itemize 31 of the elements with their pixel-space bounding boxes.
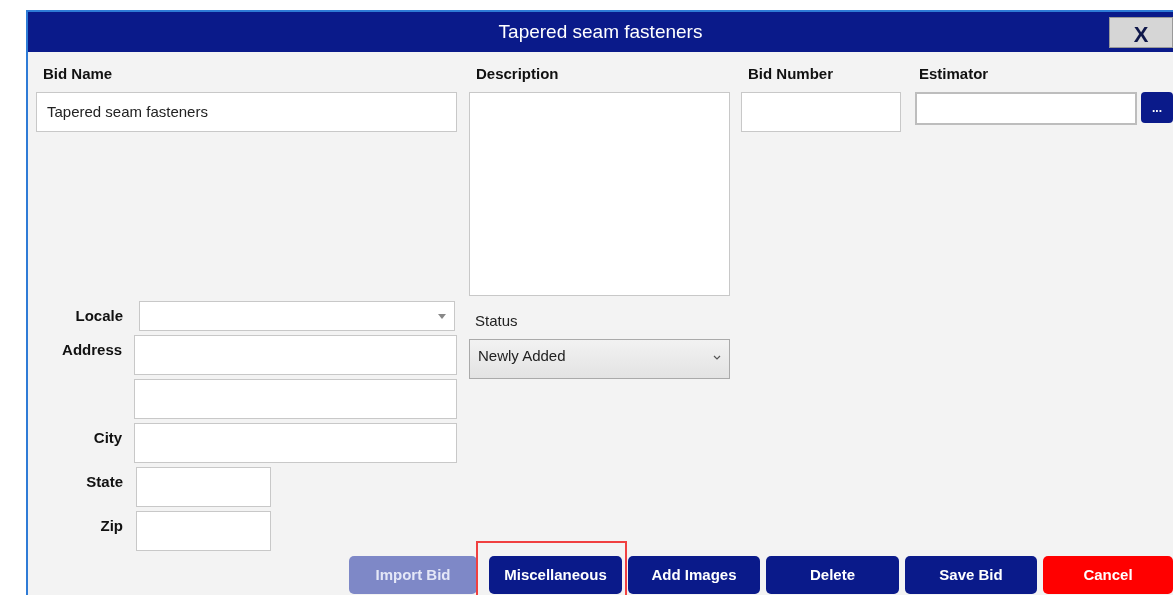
field-label: Address <box>62 340 123 360</box>
dropdown-arrow-icon <box>438 313 446 319</box>
browse-button[interactable]: ... <box>1141 92 1173 123</box>
close-button[interactable]: X <box>1109 17 1173 48</box>
zip-field[interactable] <box>136 511 271 551</box>
estimator-field[interactable] <box>915 92 1137 125</box>
action-button[interactable]: Save Bid <box>905 556 1037 594</box>
locale-dropdown[interactable] <box>139 301 455 331</box>
window-title: Tapered seam fasteners <box>498 19 703 44</box>
field-label: Zip <box>100 516 123 536</box>
field-label: Description <box>476 65 559 82</box>
description-field[interactable] <box>469 92 730 296</box>
field-label: Bid Name <box>43 65 113 82</box>
status-dropdown[interactable]: Newly Added <box>469 339 730 379</box>
action-button[interactable]: Cancel <box>1043 556 1173 594</box>
city-field[interactable] <box>134 423 457 463</box>
field-label: Status <box>475 312 518 329</box>
field-label: Locale <box>75 306 123 326</box>
field-label: City <box>93 428 123 448</box>
address-field[interactable] <box>134 379 457 419</box>
action-button[interactable]: Delete <box>766 556 899 594</box>
bid-name-field[interactable]: Tapered seam fasteners <box>36 92 457 132</box>
chevron-down-icon <box>713 355 721 360</box>
field-label: Estimator <box>919 65 989 82</box>
address-field[interactable] <box>134 335 457 375</box>
action-button[interactable]: Add Images <box>628 556 760 594</box>
state-field[interactable] <box>136 467 271 507</box>
action-button[interactable]: Miscellaneous <box>489 556 622 594</box>
bid-number-field[interactable] <box>741 92 901 132</box>
field-label: Bid Number <box>748 65 833 82</box>
field-label: State <box>86 472 123 492</box>
